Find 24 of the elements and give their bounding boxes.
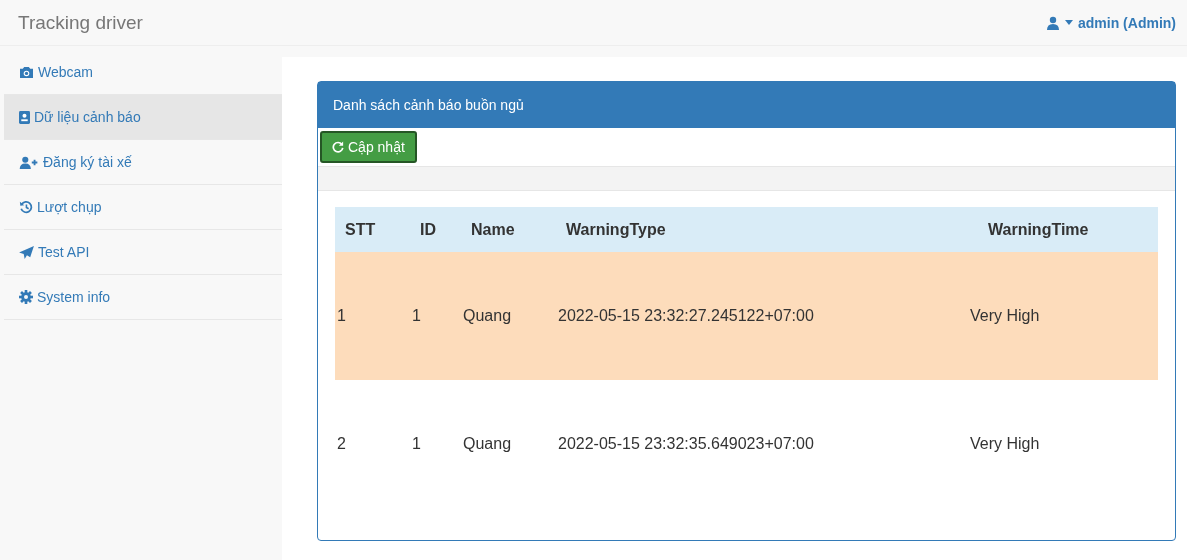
- add-user-icon: [19, 155, 39, 169]
- paper-plane-icon: [19, 245, 34, 259]
- table-cell: 1: [410, 252, 461, 380]
- column-header: STT: [344, 220, 377, 239]
- table-cell: 2022-05-15 23:32:27.245122+07:00: [556, 252, 968, 380]
- column-header: WarningTime: [987, 220, 1090, 239]
- camera-icon: [19, 65, 34, 79]
- table-cell: Quang: [461, 252, 556, 380]
- table-cell: Very High: [968, 252, 1158, 380]
- panel-title: Danh sách cảnh báo buồn ngủ: [333, 97, 524, 113]
- refresh-icon: [332, 141, 344, 153]
- sidebar-item[interactable]: Dữ liệu cảnh báo: [4, 95, 282, 140]
- history-icon: [19, 200, 33, 214]
- column-header: Name: [470, 220, 516, 239]
- user-icon: [1046, 15, 1060, 30]
- user-menu[interactable]: admin (Admin): [1046, 14, 1176, 31]
- id-card-icon: [19, 110, 30, 124]
- settings-icon: [19, 290, 33, 304]
- refresh-button[interactable]: Cập nhật: [320, 131, 417, 163]
- caret-icon: [1065, 20, 1073, 25]
- column-header: ID: [419, 220, 437, 239]
- brand-title[interactable]: Tracking driver: [18, 11, 143, 34]
- table-cell: 1: [335, 252, 410, 380]
- column-header: WarningType: [565, 220, 667, 239]
